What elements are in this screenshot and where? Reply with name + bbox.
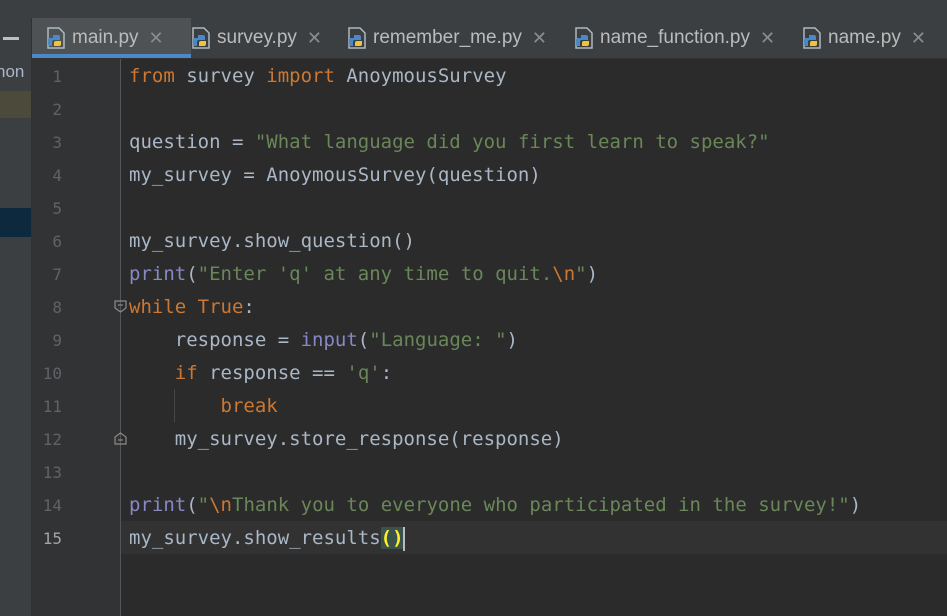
line-number: 10	[42, 364, 62, 383]
code-token: (	[186, 494, 198, 516]
tab-label: name_function.py	[600, 27, 750, 48]
line-number: 5	[52, 199, 62, 218]
code-token: "Language: "	[369, 329, 507, 351]
code-line[interactable]: while True:	[129, 291, 255, 324]
editor-tab-bar: main.py ✕ survey.py ✕ remember_me.py ✕ n…	[32, 18, 947, 59]
tab-label: name.py	[828, 27, 901, 48]
line-number: 15	[42, 529, 62, 548]
python-file-icon	[47, 27, 65, 49]
code-token: 'q'	[346, 362, 381, 384]
python-file-icon	[348, 27, 366, 49]
line-number: 2	[52, 100, 62, 119]
project-panel-label: hon	[0, 62, 25, 81]
tab-label: main.py	[72, 27, 139, 48]
project-tree-item-selected[interactable]	[0, 208, 31, 237]
python-file-icon	[192, 27, 210, 49]
code-token: break	[220, 395, 278, 417]
line-number: 4	[52, 166, 62, 185]
code-line[interactable]: my_survey.show_results()	[129, 522, 404, 555]
code-token: "Enter 'q' at any time to quit.	[197, 263, 553, 285]
code-line[interactable]: question = "What language did you first …	[129, 126, 770, 159]
close-icon[interactable]: ✕	[307, 29, 322, 47]
code-token: my_survey.show_results	[129, 527, 381, 549]
code-token: "What language did you first learn to sp…	[254, 131, 770, 153]
line-number: 1	[52, 67, 62, 86]
code-token: \n	[209, 494, 232, 516]
code-token: :	[380, 362, 393, 384]
code-token: ()	[380, 527, 404, 549]
code-token: print	[129, 263, 187, 285]
code-token: )	[506, 329, 518, 351]
code-token: Thank you to everyone who participated i…	[232, 494, 850, 516]
code-token: True	[197, 296, 244, 318]
code-token: )	[849, 494, 862, 516]
close-icon[interactable]: ✕	[149, 29, 164, 47]
line-number: 13	[42, 463, 62, 482]
fold-marker-icon[interactable]	[114, 300, 127, 313]
close-icon[interactable]: ✕	[760, 29, 775, 47]
code-token: survey	[174, 65, 267, 87]
python-file-icon	[803, 27, 821, 49]
tab-name-function-py[interactable]: name_function.py ✕	[574, 18, 775, 58]
code-line[interactable]: my_survey.show_question()	[129, 225, 415, 258]
code-token: import	[266, 65, 335, 87]
line-number-gutter[interactable]: 1 2 3 4 5 6 7 8 9 10 11 12 13 14 15	[32, 59, 121, 616]
project-tree-item[interactable]	[0, 91, 31, 118]
tab-label: remember_me.py	[373, 27, 522, 48]
code-token: \n	[552, 263, 576, 285]
project-panel[interactable]: hon	[0, 18, 32, 616]
code-line[interactable]: my_survey.store_response(response)	[129, 423, 564, 456]
code-token: response ==	[197, 362, 347, 384]
code-token: "	[575, 263, 587, 285]
code-token: my_survey = AnoymousSurvey(question)	[129, 164, 541, 186]
line-number: 14	[42, 496, 62, 515]
line-number: 8	[52, 298, 62, 317]
line-number: 9	[52, 331, 62, 350]
line-number: 7	[52, 265, 62, 284]
line-number: 3	[52, 133, 62, 152]
line-number: 6	[52, 232, 62, 251]
code-token: (	[357, 329, 370, 351]
close-icon[interactable]: ✕	[911, 29, 926, 47]
title-strip	[0, 0, 947, 19]
code-token: response =	[129, 329, 301, 351]
code-token: "	[197, 494, 210, 516]
code-token: input	[300, 329, 358, 351]
tab-survey-py[interactable]: survey.py ✕	[191, 18, 322, 58]
tab-remember-me-py[interactable]: remember_me.py ✕	[347, 18, 547, 58]
code-line[interactable]: print("Enter 'q' at any time to quit.\n"…	[129, 258, 598, 291]
line-number: 11	[42, 397, 62, 416]
code-token: print	[129, 494, 187, 516]
code-token: AnoymousSurvey	[334, 65, 507, 87]
python-file-icon	[575, 27, 593, 49]
code-line[interactable]: from survey import AnoymousSurvey	[129, 60, 507, 93]
code-line[interactable]: my_survey = AnoymousSurvey(question)	[129, 159, 541, 192]
code-token: (	[186, 263, 198, 285]
code-token: :	[243, 296, 255, 318]
code-token: my_survey.store_response(response)	[129, 428, 564, 450]
code-token: while	[129, 296, 187, 318]
close-icon[interactable]: ✕	[532, 29, 547, 47]
text-caret	[403, 527, 405, 551]
code-token: my_survey.show_question()	[129, 230, 415, 252]
code-line[interactable]: break	[129, 390, 278, 423]
line-number: 12	[42, 430, 62, 449]
tab-name-py[interactable]: name.py ✕	[802, 18, 926, 58]
code-token: )	[586, 263, 599, 285]
code-token: if	[174, 362, 198, 384]
code-token: from	[129, 65, 175, 87]
code-line[interactable]: print("\nThank you to everyone who parti…	[129, 489, 861, 522]
minimize-icon[interactable]	[3, 37, 19, 40]
tab-label: survey.py	[217, 27, 297, 48]
tab-main-py[interactable]: main.py ✕	[32, 18, 191, 58]
fold-marker-icon[interactable]	[114, 432, 127, 445]
code-line[interactable]: response = input("Language: ")	[129, 324, 518, 357]
code-line[interactable]: if response == 'q':	[129, 357, 392, 390]
code-token: question =	[129, 131, 255, 153]
